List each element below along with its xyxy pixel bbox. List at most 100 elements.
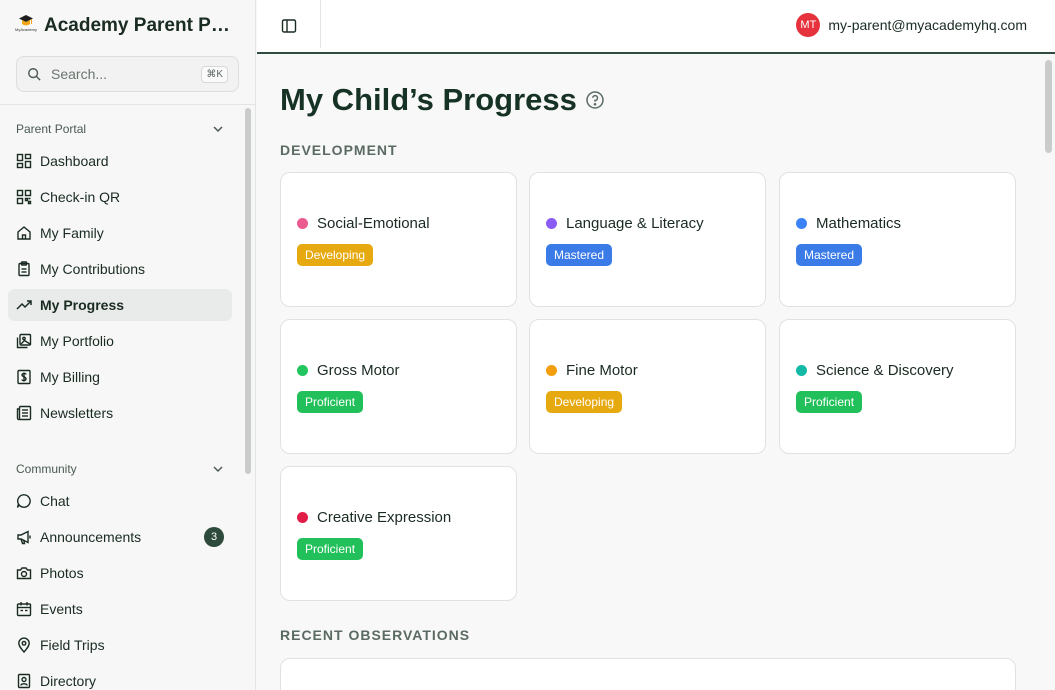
chat-icon <box>16 494 31 508</box>
brand[interactable]: MyAcademy Academy Parent Portal <box>15 12 240 40</box>
sidebar-item-label: My Billing <box>40 369 100 385</box>
sidebar-item-my-contributions[interactable]: My Contributions <box>8 253 232 285</box>
trending-up-icon <box>16 300 32 310</box>
domain-color-dot <box>796 218 807 229</box>
domain-name: Creative Expression <box>317 509 452 526</box>
domain-color-dot <box>546 218 557 229</box>
search-placeholder: Search... <box>51 66 108 82</box>
domain-card-language-literacy[interactable]: Language & Literacy Mastered <box>529 172 766 307</box>
sidebar: MyAcademy Academy Parent Portal Search..… <box>0 0 256 690</box>
main-scrollbar[interactable] <box>1041 56 1055 690</box>
domain-name: Science & Discovery <box>816 362 954 379</box>
status-badge: Developing <box>297 244 374 266</box>
domain-card-mathematics[interactable]: Mathematics Mastered <box>779 172 1016 307</box>
domain-name: Social-Emotional <box>317 215 430 232</box>
status-badge: Developing <box>546 391 623 413</box>
sidebar-item-field-trips[interactable]: Field Trips <box>8 629 232 661</box>
status-badge: Mastered <box>796 244 863 266</box>
sidebar-scrollbar-thumb[interactable] <box>245 108 251 474</box>
domain-color-dot <box>796 365 807 376</box>
app-title: Academy Parent Portal <box>44 15 240 36</box>
sidebar-item-dashboard[interactable]: Dashboard <box>8 145 232 177</box>
domain-color-dot <box>297 512 308 523</box>
domain-card-header: Language & Literacy <box>546 215 704 232</box>
portfolio-icon <box>16 333 32 349</box>
search-icon <box>28 68 41 81</box>
sidebar-item-newsletters[interactable]: Newsletters <box>8 397 232 429</box>
sidebar-item-label: Field Trips <box>40 637 105 653</box>
sidebar-item-check-in-qr[interactable]: Check-in QR <box>8 181 232 213</box>
sidebar-item-label: Dashboard <box>40 153 109 169</box>
group-title: Parent Portal <box>16 122 87 136</box>
page-title: My Child’s Progress <box>280 82 605 118</box>
sidebar-item-my-portfolio[interactable]: My Portfolio <box>8 325 232 357</box>
domain-card-header: Mathematics <box>796 215 901 232</box>
group-community[interactable]: Community <box>16 459 224 479</box>
sidebar-item-events[interactable]: Events <box>8 593 232 625</box>
contact-icon <box>17 673 31 689</box>
sidebar-item-label: Announcements <box>40 529 142 545</box>
megaphone-icon <box>17 530 31 545</box>
domain-card-header: Creative Expression <box>297 509 451 526</box>
user-menu[interactable]: MT my-parent@myacademyhq.com <box>796 13 1027 37</box>
newspaper-icon <box>16 405 32 421</box>
domain-name: Gross Motor <box>317 362 400 379</box>
chevron-down-icon <box>213 466 223 473</box>
group-parent-portal[interactable]: Parent Portal <box>16 119 224 139</box>
group-title: Community <box>16 462 77 476</box>
sidebar-item-label: Chat <box>40 493 70 509</box>
domain-name: Language & Literacy <box>566 215 704 232</box>
qr-code-icon <box>16 189 32 205</box>
sidebar-item-label: My Progress <box>40 297 125 313</box>
main-scrollbar-thumb[interactable] <box>1045 60 1052 153</box>
camera-icon <box>16 567 32 580</box>
domain-name: Fine Motor <box>566 362 638 379</box>
development-section-label: DEVELOPMENT <box>280 142 398 158</box>
chevron-down-icon <box>213 126 223 133</box>
domain-name: Mathematics <box>816 215 902 232</box>
domain-card-header: Gross Motor <box>297 362 400 379</box>
search-input[interactable]: Search... ⌘K <box>16 56 239 92</box>
sidebar-item-my-progress[interactable]: My Progress <box>8 289 232 321</box>
help-icon[interactable] <box>585 90 605 110</box>
status-badge: Mastered <box>546 244 613 266</box>
sidebar-toggle-button[interactable] <box>277 15 301 37</box>
domain-card-gross-motor[interactable]: Gross Motor Proficient <box>280 319 517 454</box>
sidebar-item-label: Photos <box>40 565 84 581</box>
sidebar-item-photos[interactable]: Photos <box>8 557 232 589</box>
status-badge: Proficient <box>796 391 863 413</box>
sidebar-item-announcements[interactable]: Announcements 3 <box>8 521 232 553</box>
sidebar-divider <box>0 104 256 105</box>
domain-card-creative-expression[interactable]: Creative Expression Proficient <box>280 466 517 601</box>
sidebar-item-label: Newsletters <box>40 405 114 421</box>
domain-color-dot <box>297 218 308 229</box>
domain-card-header: Fine Motor <box>546 362 638 379</box>
top-bar: MT my-parent@myacademyhq.com <box>257 0 1055 54</box>
domain-card-science-discovery[interactable]: Science & Discovery Proficient <box>779 319 1016 454</box>
observation-card[interactable] <box>280 658 1016 690</box>
status-badge: Proficient <box>297 538 364 560</box>
map-pin-icon <box>18 637 30 653</box>
page-title-text: My Child’s Progress <box>280 82 577 117</box>
billing-icon <box>17 369 31 385</box>
domain-card-social-emotional[interactable]: Social-Emotional Developing <box>280 172 517 307</box>
sidebar-item-my-family[interactable]: My Family <box>8 217 232 249</box>
domain-card-fine-motor[interactable]: Fine Motor Developing <box>529 319 766 454</box>
avatar[interactable]: MT <box>796 13 821 37</box>
announcements-count-badge: 3 <box>204 527 224 547</box>
user-email: my-parent@myacademyhq.com <box>828 17 1027 33</box>
sidebar-item-chat[interactable]: Chat <box>8 485 232 517</box>
main-content: My Child’s Progress DEVELOPMENT Social-E… <box>257 56 1055 690</box>
recent-observations-section-label: RECENT OBSERVATIONS <box>280 627 471 643</box>
home-icon <box>17 226 31 240</box>
sidebar-item-my-billing[interactable]: My Billing <box>8 361 232 393</box>
search-shortcut: ⌘K <box>201 65 228 83</box>
domain-card-header: Science & Discovery <box>796 362 954 379</box>
clipboard-icon <box>18 261 30 277</box>
sidebar-item-directory[interactable]: Directory <box>8 665 232 690</box>
calendar-icon <box>16 602 32 617</box>
panel-left-icon <box>281 19 297 33</box>
dashboard-icon <box>16 153 32 169</box>
domain-color-dot <box>546 365 557 376</box>
academy-logo-icon: MyAcademy <box>15 14 37 38</box>
